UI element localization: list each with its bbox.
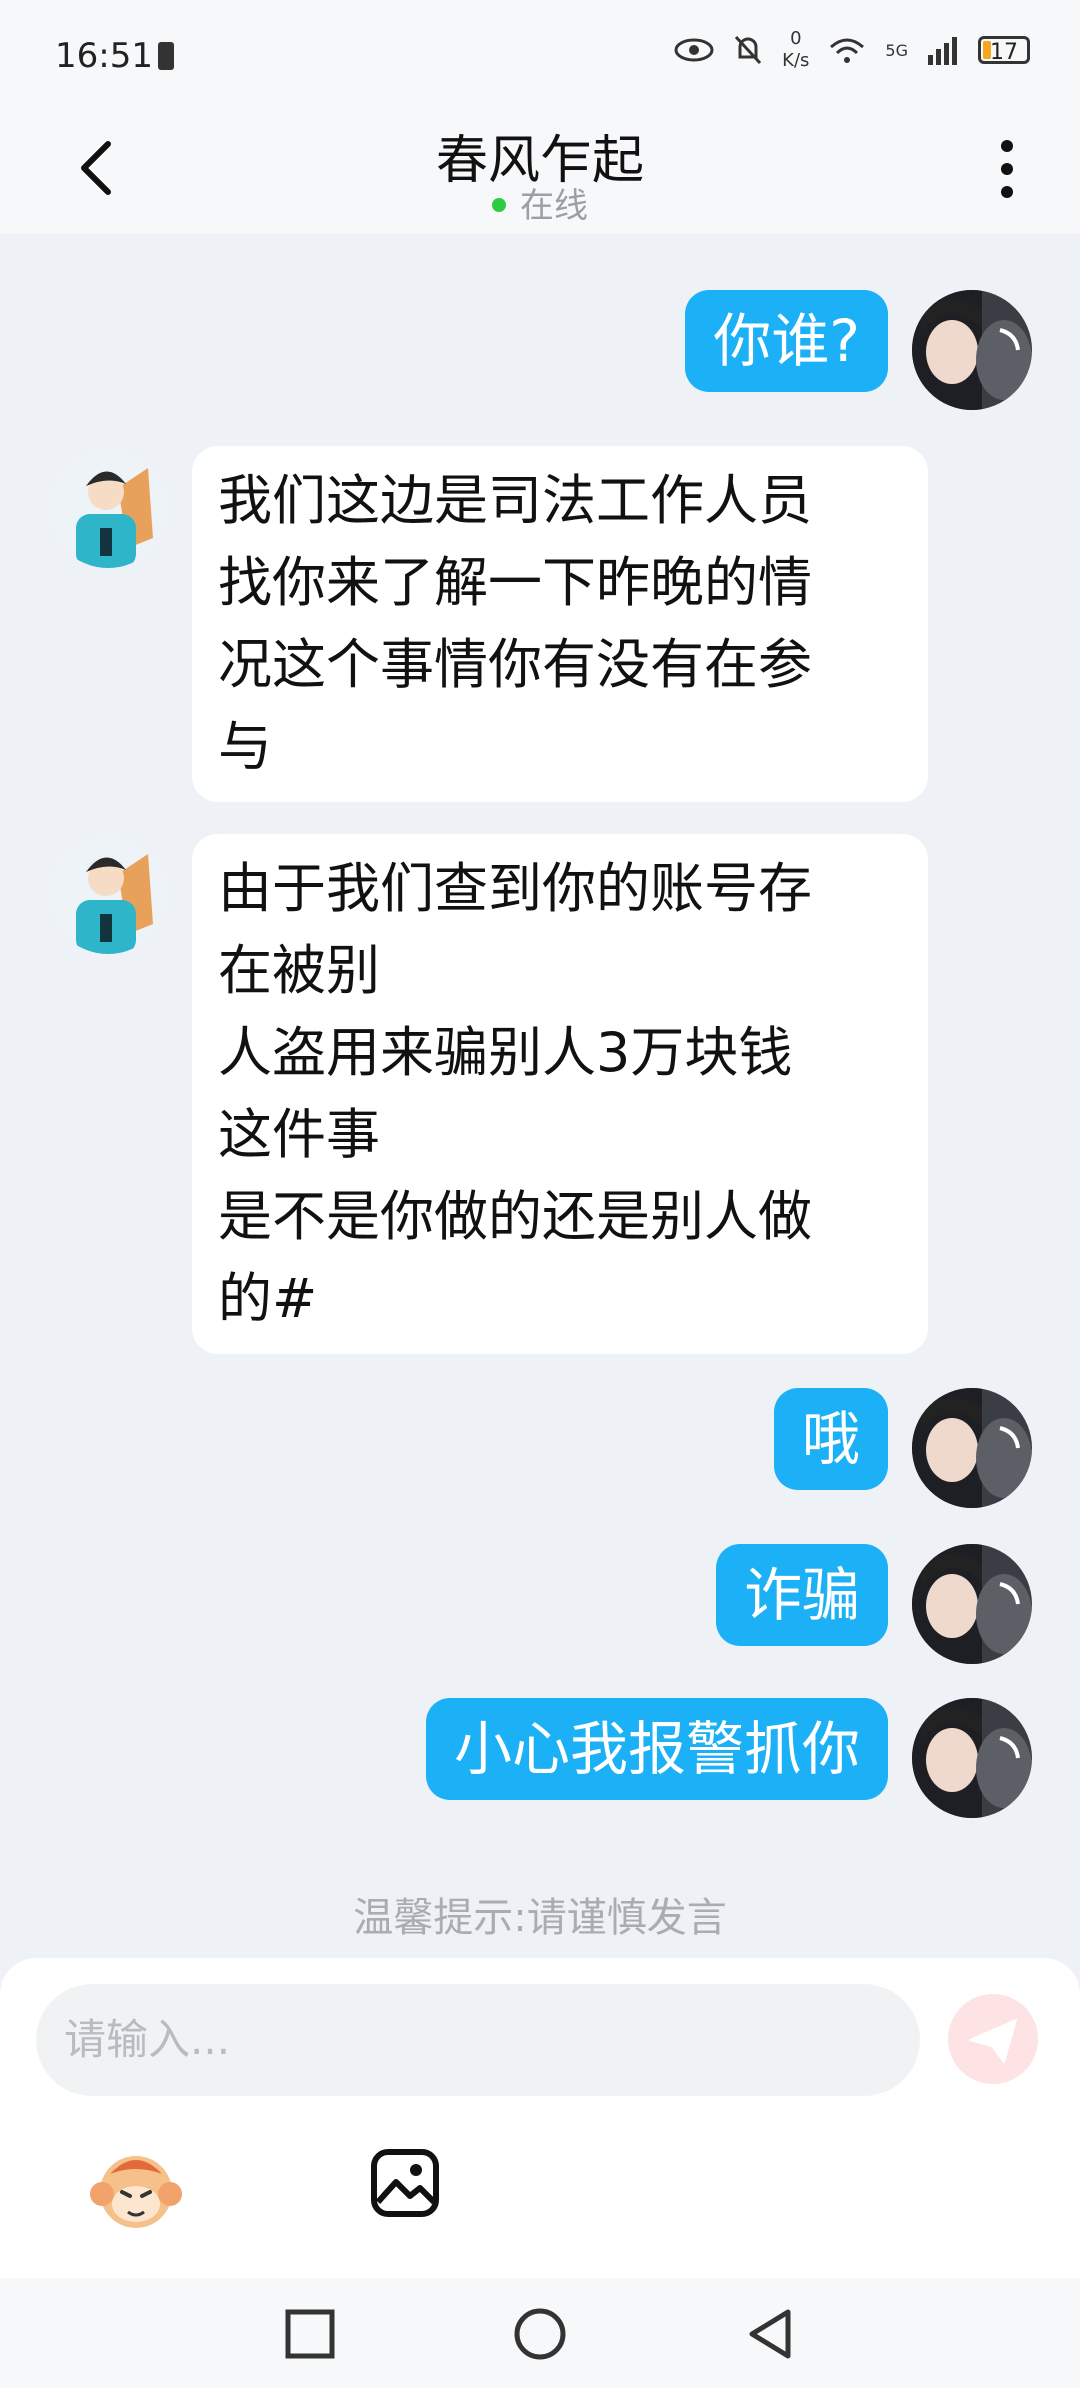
message-bubble-incoming[interactable]: 我们这边是司法工作人员 找你来了解一下昨晚的情 况这个事情你有没有在参 与 <box>192 446 928 802</box>
message-bubble-incoming[interactable]: 由于我们查到你的账号存 在被别 人盗用来骗别人3万块钱 这件事 是不是你做的还是… <box>192 834 928 1354</box>
my-avatar[interactable] <box>912 290 1032 410</box>
online-status-label: 在线 <box>520 186 588 226</box>
system-nav-bar <box>0 2278 1080 2388</box>
status-icons: 0 K/s 5G 17 <box>674 28 1030 72</box>
contact-avatar[interactable] <box>48 834 168 954</box>
message-bubble-outgoing[interactable]: 你谁? <box>685 290 888 392</box>
input-panel: 请输入... <box>0 1958 1080 2278</box>
recents-button[interactable] <box>282 2306 338 2362</box>
battery-icon: 17 <box>978 36 1030 65</box>
network-type: 5G <box>885 40 908 60</box>
message-bubble-outgoing[interactable]: 哦 <box>773 1388 888 1490</box>
sticker-button[interactable] <box>88 2144 184 2234</box>
online-dot-icon <box>492 197 506 212</box>
battery-level: 17 <box>990 40 1018 65</box>
eye-icon <box>674 38 714 62</box>
back-nav-button[interactable] <box>742 2306 798 2362</box>
speed-value: 0 <box>790 28 802 49</box>
image-button[interactable] <box>370 2148 440 2218</box>
battery-saver-icon <box>158 42 174 70</box>
online-status: 在线 <box>0 178 1080 227</box>
home-button[interactable] <box>512 2306 568 2362</box>
message-input[interactable]: 请输入... <box>36 1984 920 2096</box>
send-button[interactable] <box>948 1994 1038 2084</box>
mute-bell-icon <box>735 35 762 65</box>
message-bubble-outgoing[interactable]: 小心我报警抓你 <box>425 1698 888 1800</box>
my-avatar[interactable] <box>912 1698 1032 1818</box>
warning-tip: 温馨提示:请谨慎发言 <box>353 1895 727 1941</box>
wifi-icon <box>830 38 865 63</box>
my-avatar[interactable] <box>912 1544 1032 1664</box>
chat-header: 春风乍起 在线 <box>0 110 1080 234</box>
network-speed: 0 K/s <box>782 28 809 72</box>
status-bar: 16:51 0 K/s 5G 17 <box>0 0 1080 110</box>
speed-unit: K/s <box>782 50 810 71</box>
more-options-button[interactable] <box>992 134 1022 204</box>
status-time: 16:51 <box>55 36 153 76</box>
contact-avatar[interactable] <box>48 448 168 568</box>
my-avatar[interactable] <box>912 1388 1032 1508</box>
message-bubble-outgoing[interactable]: 诈骗 <box>715 1544 888 1646</box>
signal-icon <box>928 37 957 65</box>
